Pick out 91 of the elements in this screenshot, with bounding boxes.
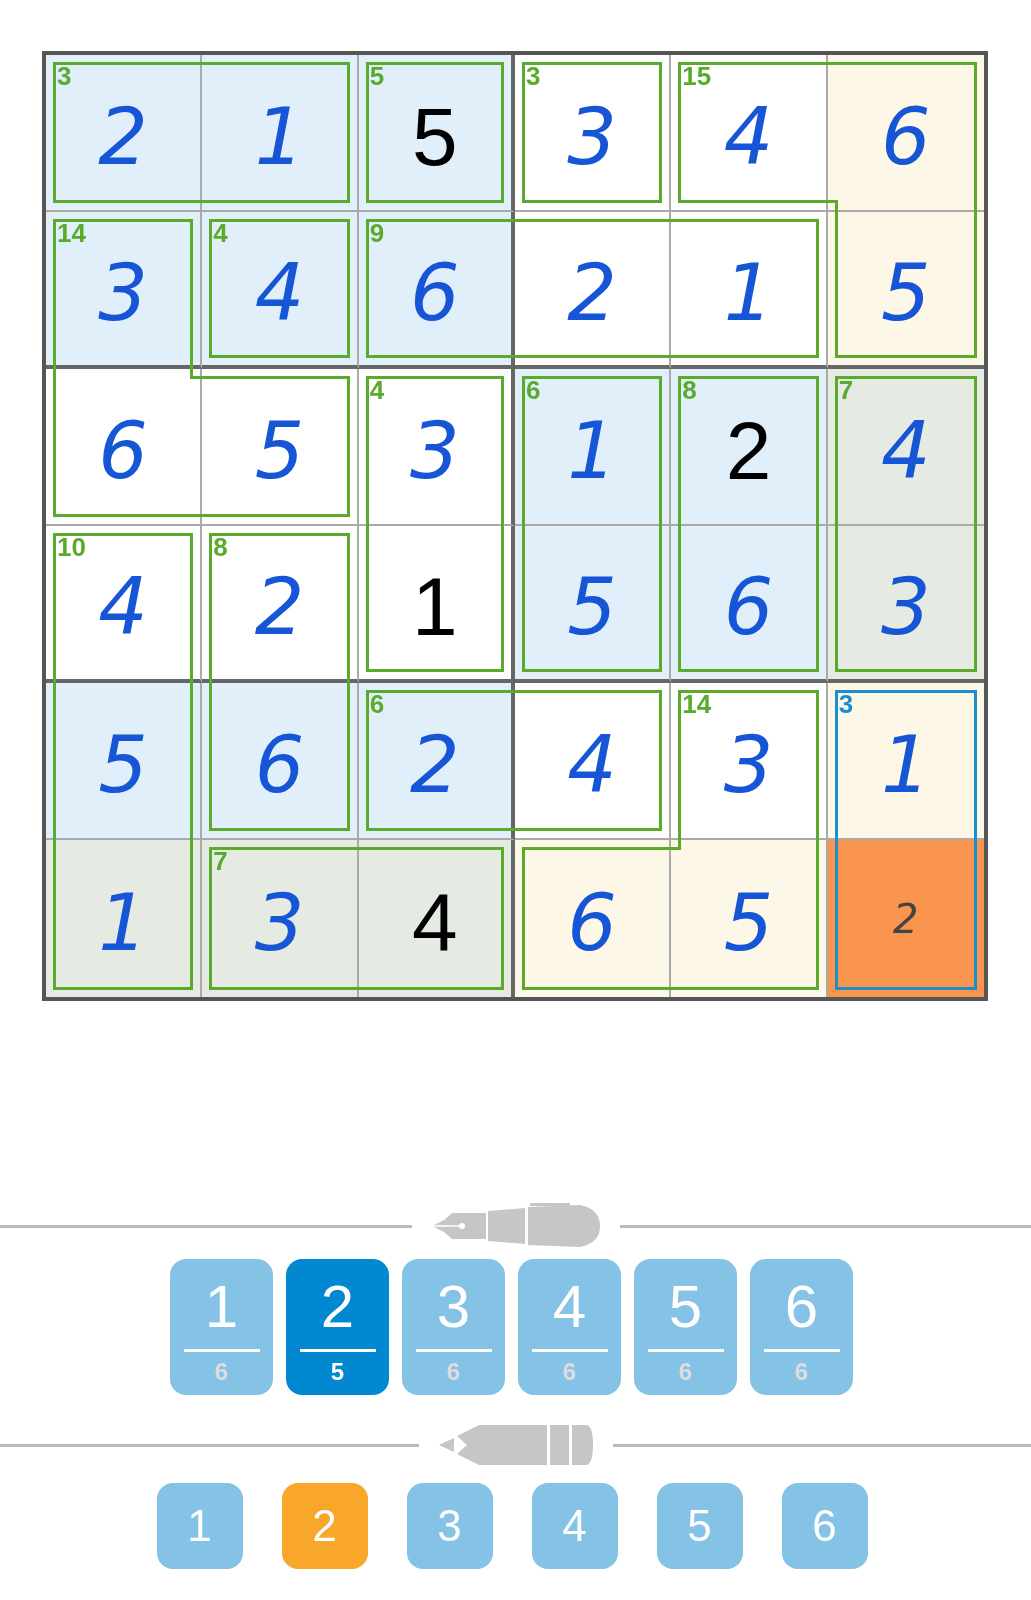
cage-sum: 6 <box>369 691 385 717</box>
entered-digit: 1 <box>723 253 774 332</box>
cage-sum: 3 <box>57 63 72 89</box>
grid-cell[interactable]: 1 <box>202 55 359 212</box>
grid-cell[interactable]: 7 3 <box>202 840 359 997</box>
grid-cell[interactable]: 5 <box>515 526 672 683</box>
entered-digit: 3 <box>881 567 931 646</box>
grid-cell[interactable]: 2 <box>827 840 984 997</box>
grid-cell[interactable]: 5 <box>46 683 203 840</box>
entered-digit: 1 <box>567 411 617 490</box>
grid-cell[interactable]: 2 <box>515 212 672 369</box>
grid-cell[interactable]: 6 <box>827 55 984 212</box>
digit-button[interactable]: 2 5 <box>286 1259 389 1395</box>
cage-sum: 15 <box>682 63 712 89</box>
grid-cell[interactable]: 1 <box>671 212 828 369</box>
grid-cell[interactable]: 6 <box>46 369 203 526</box>
entered-digit: 6 <box>881 97 931 176</box>
entered-digit: 4 <box>881 411 931 490</box>
grid-cell[interactable]: 14 3 <box>671 683 828 840</box>
grid-cell[interactable]: 6 <box>515 840 672 997</box>
entered-digit: 3 <box>254 883 305 962</box>
grid-cell[interactable]: 5 5 <box>358 55 515 212</box>
grid-cell[interactable]: 1 <box>46 840 203 997</box>
grid-cell[interactable]: 3 <box>827 526 984 683</box>
grid-cell[interactable]: 6 <box>202 683 359 840</box>
grid-cell[interactable]: 8 2 <box>202 526 359 683</box>
cage-sum: 14 <box>682 691 712 717</box>
entered-digit: 6 <box>254 725 305 804</box>
cage-sum: 3 <box>838 691 854 717</box>
entered-digit: 6 <box>410 253 460 332</box>
entered-digit: 6 <box>567 883 617 962</box>
grid-cell[interactable]: 6 2 <box>358 683 515 840</box>
grid-cell[interactable]: 6 1 <box>515 369 672 526</box>
grid-cell[interactable]: 7 4 <box>827 369 984 526</box>
cage-sum: 8 <box>213 534 228 560</box>
entered-digit: 6 <box>723 567 774 646</box>
grid-cell[interactable]: 4 4 <box>202 212 359 369</box>
entered-digit: 1 <box>254 97 305 176</box>
grid-cell[interactable]: 3 1 <box>827 683 984 840</box>
grid-cell[interactable]: 4 3 <box>358 369 515 526</box>
cage-sum: 14 <box>57 220 86 246</box>
entered-digit: 5 <box>723 883 774 962</box>
cage-corner <box>669 838 682 850</box>
grid-cell[interactable]: 3 3 <box>515 55 672 212</box>
grid-cell[interactable]: 9 6 <box>358 212 515 369</box>
given-digit: 1 <box>412 559 458 654</box>
entered-digit: 5 <box>98 725 148 804</box>
grid-cell[interactable]: 8 2 <box>671 369 828 526</box>
cage-sum: 7 <box>213 848 228 874</box>
entered-digit: 5 <box>567 567 617 646</box>
given-digit: 5 <box>412 89 458 184</box>
cage-sum: 3 <box>526 63 541 89</box>
cage-sum: 8 <box>682 377 697 403</box>
entered-digit: 5 <box>254 411 305 490</box>
grid-cell[interactable]: 5 <box>202 369 359 526</box>
grid-cell[interactable]: 14 3 <box>46 212 203 369</box>
entered-digit: 5 <box>881 253 931 332</box>
grid-cell[interactable]: 4 <box>515 683 672 840</box>
grid-cell[interactable]: 6 <box>671 526 828 683</box>
entered-digit: 3 <box>723 725 774 804</box>
entered-digit: 4 <box>567 725 617 804</box>
entered-digit: 2 <box>410 725 460 804</box>
entered-digit: 1 <box>98 883 148 962</box>
entered-digit: 6 <box>98 411 148 490</box>
given-digit: 4 <box>412 875 458 970</box>
entered-digit: 1 <box>881 725 931 804</box>
grid-cell[interactable]: 1 <box>358 526 515 683</box>
grid-cell[interactable]: 5 <box>671 840 828 997</box>
cage-sum: 10 <box>57 534 86 560</box>
cage-sum: 6 <box>526 377 541 403</box>
entered-digit: 2 <box>254 567 305 646</box>
grid-cell[interactable]: 5 <box>827 212 984 369</box>
cage-sum: 7 <box>838 377 854 403</box>
cage-sum: 5 <box>369 63 385 89</box>
entered-digit: 2 <box>567 253 617 332</box>
grid-cell[interactable]: 10 4 <box>46 526 203 683</box>
entered-digit: 3 <box>98 253 148 332</box>
grid-cell[interactable]: 4 <box>358 840 515 997</box>
grid-cell[interactable]: 3 2 <box>46 55 203 212</box>
entered-digit: 2 <box>98 97 148 176</box>
grid-cell[interactable]: 15 4 <box>671 55 828 212</box>
entered-digit: 4 <box>723 97 774 176</box>
pencil-mark: 2 <box>893 898 919 939</box>
entered-digit: 3 <box>567 97 617 176</box>
cage-sum: 4 <box>369 377 385 403</box>
cage-sum: 4 <box>213 220 228 246</box>
given-digit: 2 <box>725 403 772 498</box>
cage-sum: 9 <box>369 220 385 246</box>
entered-digit: 3 <box>410 411 460 490</box>
entered-digit: 4 <box>254 253 305 332</box>
entered-digit: 4 <box>98 567 148 646</box>
